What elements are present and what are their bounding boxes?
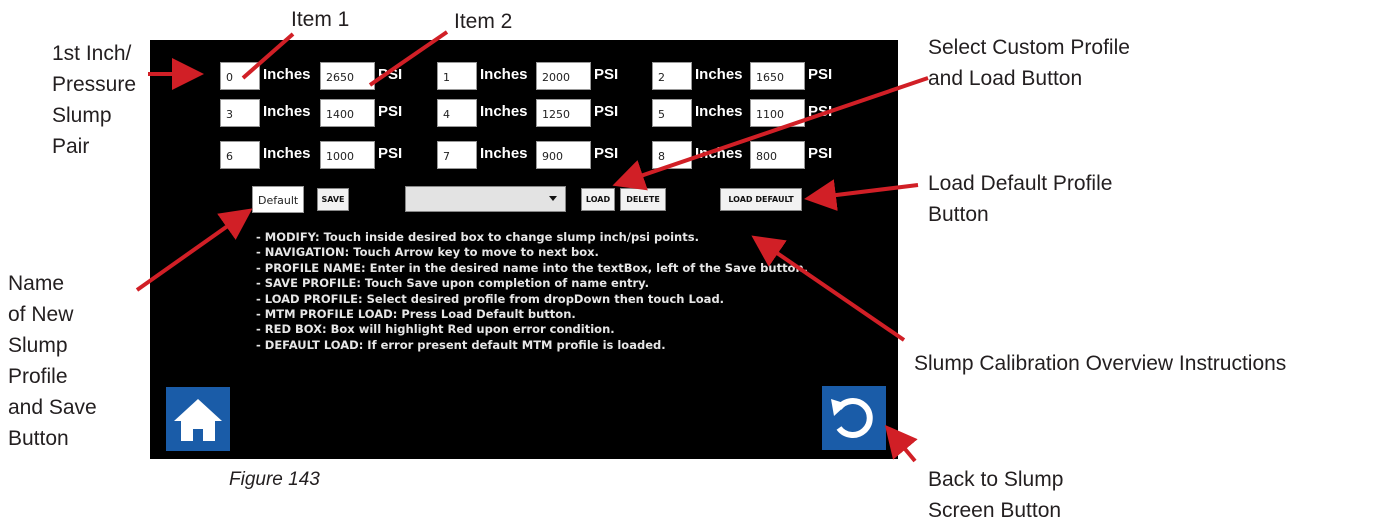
inch-field-0[interactable]: 0	[220, 62, 260, 90]
instruction-item: - NAVIGATION: Touch Arrow key to move to…	[256, 245, 599, 260]
psi-field-8[interactable]: 800	[750, 141, 805, 169]
instruction-item: - SAVE PROFILE: Touch Save upon completi…	[256, 276, 649, 291]
instruction-item: - RED BOX: Box will highlight Red upon e…	[256, 322, 615, 337]
psi-field-4[interactable]: 1250	[536, 99, 591, 127]
psi-label: PSI	[808, 145, 833, 162]
callout-item-2: Item 2	[454, 10, 513, 33]
inches-label: Inches	[480, 66, 528, 83]
load-button[interactable]: LOAD	[581, 188, 615, 211]
psi-label: PSI	[594, 66, 619, 83]
psi-label: PSI	[808, 103, 833, 120]
instruction-item: - PROFILE NAME: Enter in the desired nam…	[256, 260, 809, 275]
inch-field-1[interactable]: 1	[437, 62, 477, 90]
callout-select-custom: Select Custom Profile and Load Button	[928, 36, 1130, 90]
slump-calibration-screen: 0 Inches 2650 PSI 1 Inches 2000 PSI 2 In…	[150, 40, 898, 459]
inch-field-4[interactable]: 4	[437, 99, 477, 127]
home-icon	[174, 399, 222, 441]
psi-field-3[interactable]: 1400	[320, 99, 375, 127]
psi-label: PSI	[378, 103, 403, 120]
inch-field-2[interactable]: 2	[652, 62, 692, 90]
inches-label: Inches	[480, 145, 528, 162]
back-button[interactable]	[822, 386, 886, 450]
inch-field-7[interactable]: 7	[437, 141, 477, 169]
callout-item-1: Item 1	[291, 8, 350, 31]
save-button[interactable]: SAVE	[317, 188, 349, 211]
inches-label: Inches	[263, 103, 311, 120]
inches-label: Inches	[263, 66, 311, 83]
delete-button[interactable]: DELETE	[620, 188, 666, 211]
psi-label: PSI	[378, 66, 403, 83]
instruction-item: - MTM PROFILE LOAD: Press Load Default b…	[256, 307, 576, 322]
psi-label: PSI	[378, 145, 403, 162]
instruction-item: - LOAD PROFILE: Select desired profile f…	[256, 291, 725, 306]
callout-back: Back to Slump Screen Button	[928, 468, 1064, 522]
psi-label: PSI	[594, 103, 619, 120]
inch-field-6[interactable]: 6	[220, 141, 260, 169]
callout-overview: Slump Calibration Overview Instructions	[914, 352, 1287, 375]
figure-caption: Figure 143	[229, 469, 320, 490]
psi-label: PSI	[594, 145, 619, 162]
inches-label: Inches	[695, 103, 743, 120]
callout-load-default: Load Default Profile Button	[928, 172, 1113, 226]
psi-label: PSI	[808, 66, 833, 83]
psi-field-6[interactable]: 1000	[320, 141, 375, 169]
inch-field-3[interactable]: 3	[220, 99, 260, 127]
load-default-button[interactable]: LOAD DEFAULT	[720, 188, 802, 211]
profile-name-input[interactable]: Default	[252, 186, 304, 213]
psi-field-5[interactable]: 1100	[750, 99, 805, 127]
inches-label: Inches	[480, 103, 528, 120]
inches-label: Inches	[695, 66, 743, 83]
profile-dropdown[interactable]	[405, 186, 566, 212]
callout-name-new-profile: Name of New Slump Profile and Save Butto…	[8, 272, 97, 450]
home-button[interactable]	[166, 387, 230, 451]
inches-label: Inches	[695, 145, 743, 162]
undo-icon	[831, 398, 873, 438]
instructions-list: - MODIFY: Touch inside desired box to ch…	[256, 230, 808, 353]
inches-label: Inches	[263, 145, 311, 162]
instruction-item: - DEFAULT LOAD: If error present default…	[256, 337, 666, 352]
inch-field-8[interactable]: 8	[652, 141, 692, 169]
psi-field-1[interactable]: 2000	[536, 62, 591, 90]
caret-down-icon	[549, 196, 557, 201]
instruction-item: - MODIFY: Touch inside desired box to ch…	[256, 230, 699, 244]
callout-first-pair: 1st Inch/ Pressure Slump Pair	[52, 42, 137, 158]
psi-field-0[interactable]: 2650	[320, 62, 375, 90]
psi-field-7[interactable]: 900	[536, 141, 591, 169]
psi-field-2[interactable]: 1650	[750, 62, 805, 90]
inch-field-5[interactable]: 5	[652, 99, 692, 127]
